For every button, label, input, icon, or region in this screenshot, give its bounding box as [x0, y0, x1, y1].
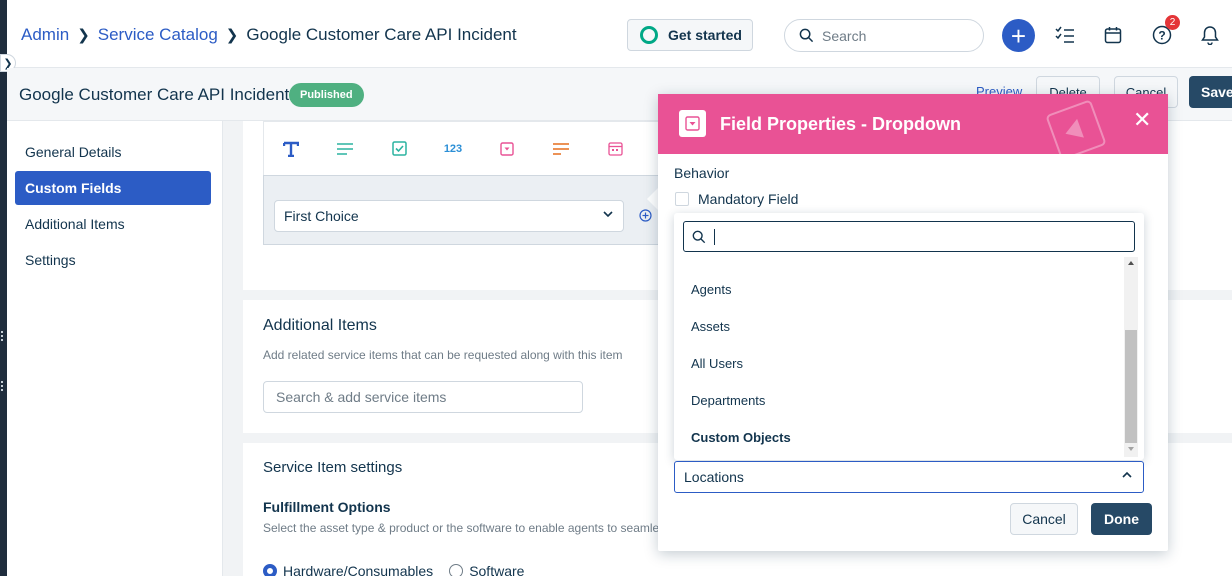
modal-cancel-button[interactable]: Cancel	[1010, 503, 1078, 535]
dropdown-field-preview: First Choice	[263, 175, 663, 245]
list-item[interactable]: Departments	[691, 393, 765, 408]
date-icon[interactable]	[588, 122, 642, 176]
mandatory-checkbox[interactable]	[675, 192, 689, 206]
calendar-icon[interactable]	[1100, 22, 1126, 48]
search-icon	[692, 230, 706, 243]
sidebar-item-additional-items[interactable]: Additional Items	[15, 207, 211, 241]
chevron-right-icon: ❯	[77, 27, 90, 44]
service-items-search-input[interactable]: Search & add service items	[263, 381, 583, 413]
chevron-down-icon	[603, 211, 613, 218]
fulfillment-options-heading: Fulfillment Options	[263, 499, 391, 515]
sidebar-item-settings[interactable]: Settings	[15, 243, 211, 277]
dropdown-options-panel: Agents Assets All Users Departments Cust…	[674, 213, 1144, 460]
top-header: Admin ❯ Service Catalog ❯ Google Custome…	[7, 0, 1232, 68]
add-choice-icon[interactable]	[639, 209, 652, 225]
number-icon[interactable]: 123	[426, 122, 480, 176]
text-cursor	[714, 228, 715, 245]
mandatory-field-option[interactable]: Mandatory Field	[675, 191, 798, 207]
get-started-button[interactable]: Get started	[627, 19, 753, 51]
breadcrumb: Admin ❯ Service Catalog ❯ Google Custome…	[21, 25, 517, 45]
settings-sidebar: General Details Custom Fields Additional…	[7, 121, 223, 576]
field-properties-modal: Field Properties - Dropdown ✕ Behavior M…	[658, 94, 1168, 551]
left-rail	[0, 0, 7, 576]
scroll-down-icon[interactable]	[1128, 447, 1134, 451]
scroll-up-icon[interactable]	[1128, 261, 1134, 265]
close-icon[interactable]: ✕	[1133, 107, 1151, 133]
service-items-search-placeholder: Search & add service items	[276, 389, 447, 405]
number-tool-label: 123	[443, 142, 463, 155]
rail-handle-icon	[0, 330, 4, 342]
radio-hardware-label[interactable]: Hardware/Consumables	[283, 563, 433, 576]
dropdown-search-input[interactable]	[683, 221, 1135, 252]
dropdown-scrollbar[interactable]	[1124, 257, 1138, 457]
save-button[interactable]: Save	[1189, 76, 1232, 108]
done-button[interactable]: Done	[1091, 503, 1152, 535]
chevron-right-icon: ❯	[225, 27, 239, 44]
plus-icon: +	[1010, 20, 1027, 51]
paragraph-icon[interactable]	[318, 122, 372, 176]
list-item[interactable]: All Users	[691, 356, 743, 371]
progress-ring-icon	[640, 26, 658, 44]
service-item-settings-title: Service Item settings	[263, 459, 403, 476]
breadcrumb-service-catalog[interactable]: Service Catalog	[98, 25, 218, 45]
rail-handle-icon	[0, 380, 4, 392]
fulfillment-options-description: Select the asset type & product or the s…	[263, 521, 660, 535]
choice-select-value: First Choice	[284, 208, 359, 224]
breadcrumb-current: Google Customer Care API Incident	[246, 25, 517, 44]
list-item[interactable]: Assets	[691, 319, 730, 334]
dropdown-icon	[679, 110, 706, 137]
dropdown-icon[interactable]	[480, 122, 534, 176]
svg-text:?: ?	[1158, 29, 1165, 43]
modal-header: Field Properties - Dropdown ✕	[658, 94, 1168, 154]
popover-caret	[647, 188, 658, 210]
fulfillment-radio-group: Hardware/Consumables Software	[263, 563, 524, 576]
text-icon[interactable]	[264, 122, 318, 176]
page-title: Google Customer Care API Incident	[19, 85, 290, 104]
choice-select[interactable]: First Choice	[274, 200, 624, 232]
dropdown-option-list: Agents Assets All Users Departments Cust…	[674, 257, 1124, 457]
data-source-select[interactable]: Locations	[674, 461, 1144, 493]
mandatory-label: Mandatory Field	[698, 191, 799, 207]
radio-software[interactable]	[449, 564, 464, 576]
list-item[interactable]: Custom Objects	[691, 430, 791, 445]
global-search-input[interactable]: Search	[784, 19, 984, 52]
bell-icon[interactable]	[1197, 22, 1223, 48]
search-icon	[799, 28, 814, 43]
radio-software-label[interactable]: Software	[469, 563, 524, 576]
get-started-label: Get started	[668, 27, 742, 43]
status-badge: Published	[289, 83, 364, 107]
checkbox-icon[interactable]	[372, 122, 426, 176]
modal-title: Field Properties - Dropdown	[720, 114, 962, 134]
multi-select-icon[interactable]	[534, 122, 588, 176]
sidebar-item-general-details[interactable]: General Details	[15, 135, 211, 169]
list-item[interactable]: Agents	[691, 282, 731, 297]
new-item-button[interactable]: +	[1002, 19, 1035, 52]
notification-badge: 2	[1165, 15, 1180, 30]
breadcrumb-admin[interactable]: Admin	[21, 25, 69, 45]
additional-items-description: Add related service items that can be re…	[263, 348, 623, 362]
field-type-toolbar: 123	[263, 121, 658, 175]
todo-list-icon[interactable]	[1052, 22, 1078, 48]
sidebar-item-custom-fields[interactable]: Custom Fields	[15, 171, 211, 205]
search-placeholder: Search	[822, 27, 867, 44]
scrollbar-thumb[interactable]	[1125, 330, 1137, 443]
chevron-up-icon	[1122, 471, 1132, 478]
data-source-value: Locations	[684, 469, 744, 485]
additional-items-title: Additional Items	[263, 317, 377, 334]
radio-hardware[interactable]	[263, 564, 277, 576]
behavior-label: Behavior	[674, 165, 730, 181]
